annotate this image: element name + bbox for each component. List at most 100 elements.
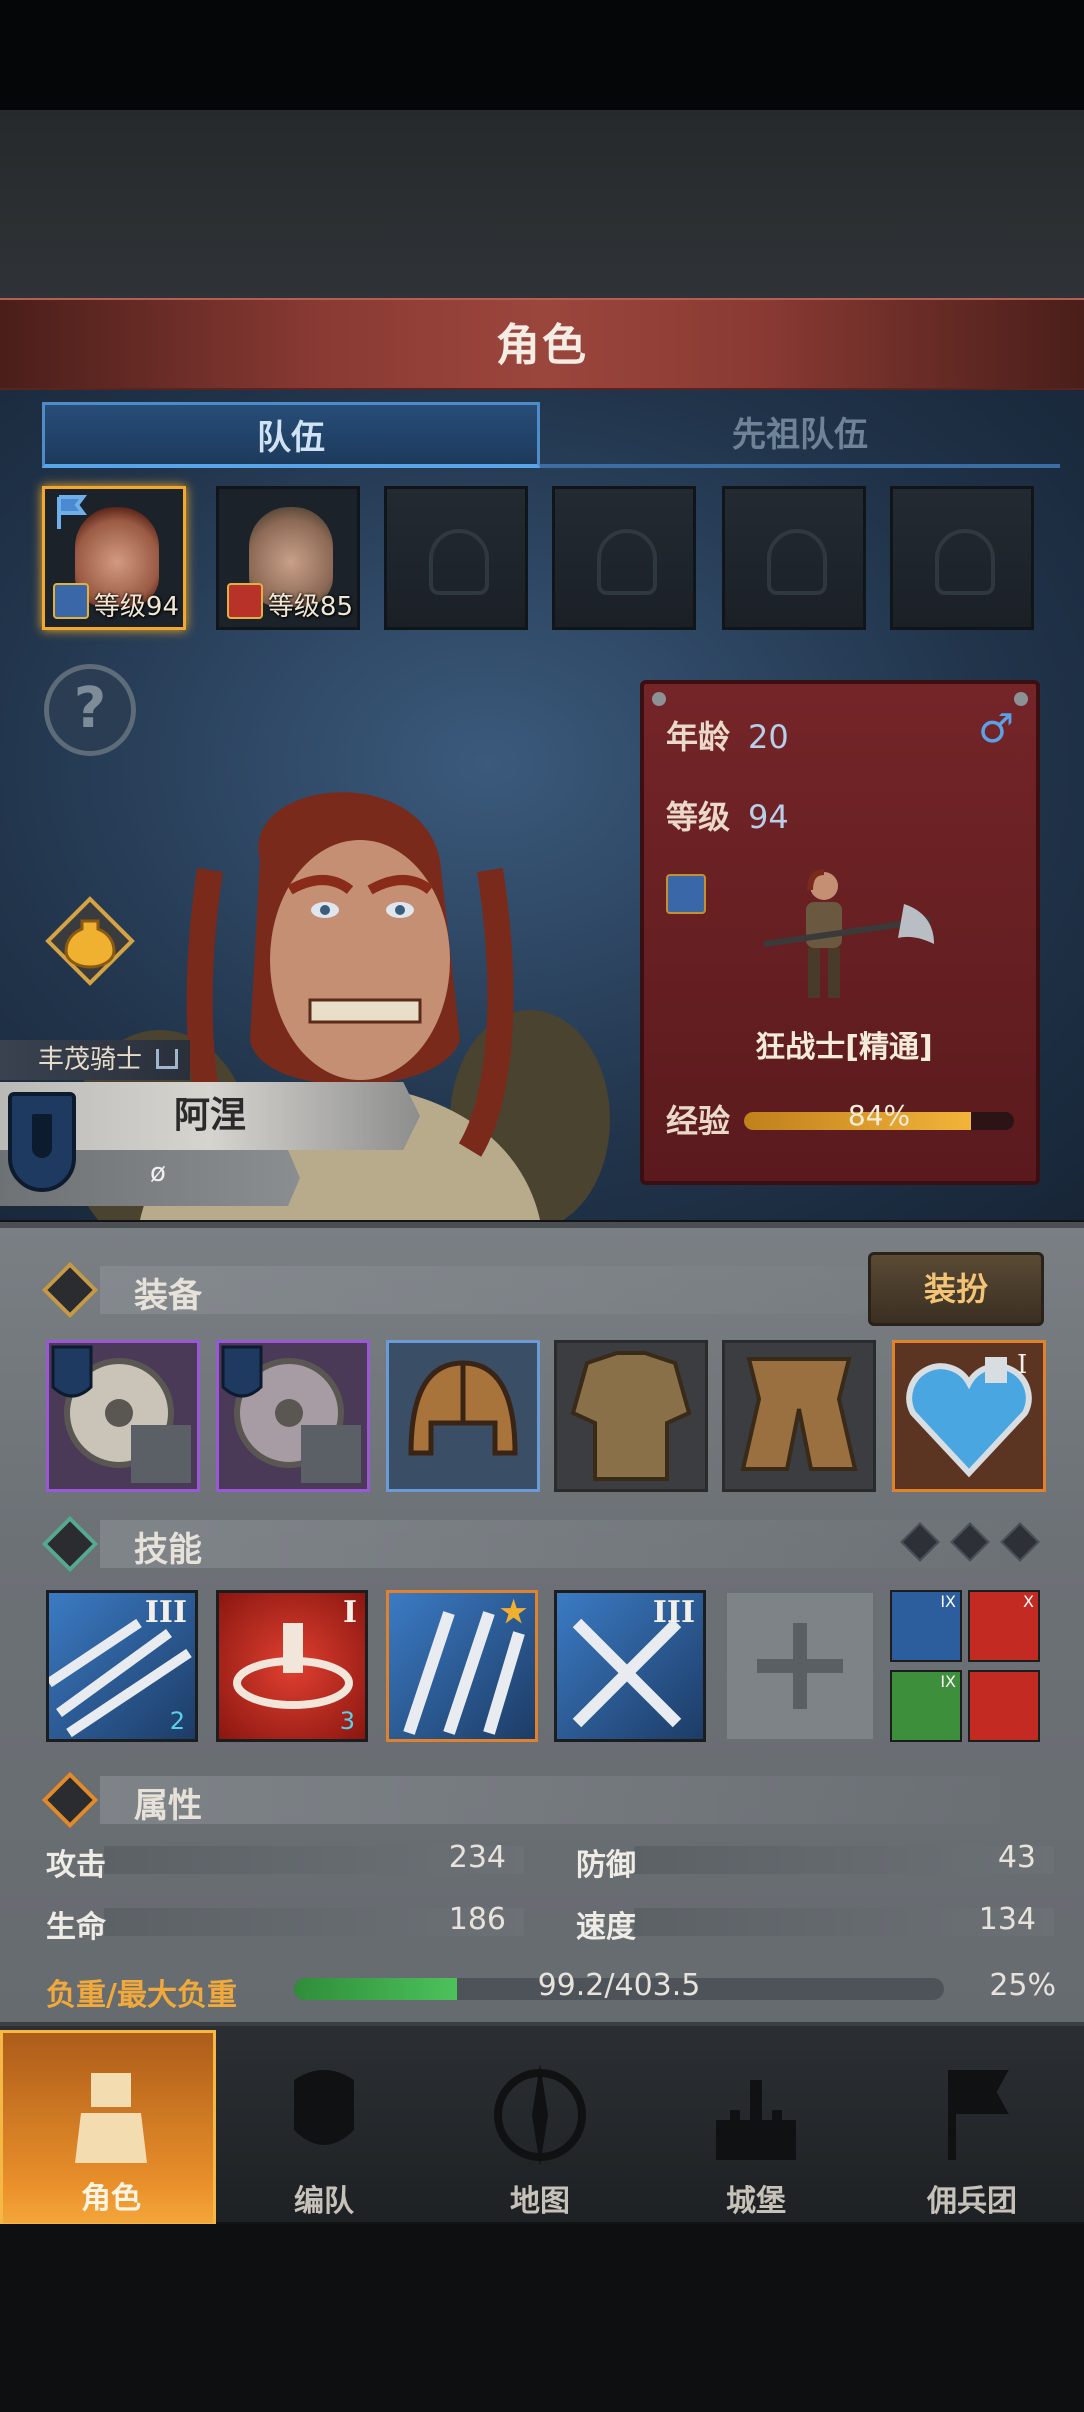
skill-tier: I xyxy=(342,1595,357,1630)
nav-character[interactable]: 角色 xyxy=(0,2030,216,2226)
equip-slot-armor[interactable] xyxy=(554,1340,708,1492)
hero-info-card: 年龄 20 ♂ 等级 94 狂战士[精通] 经验 84% xyxy=(640,680,1040,1185)
pin-icon xyxy=(652,692,666,706)
heart-amulet-icon: I xyxy=(906,1350,1032,1478)
nav-map[interactable]: 地图 xyxy=(432,2030,648,2226)
male-icon: ♂ xyxy=(978,706,1014,752)
team-slot-3[interactable] xyxy=(384,486,528,630)
load-value: 99.2/403.5 xyxy=(537,1968,701,2003)
skill-gem-count: 3 xyxy=(339,1707,355,1735)
berserker-class-icon xyxy=(666,874,706,914)
faction-name: 丰茂骑士 xyxy=(38,1045,143,1075)
shield-icon xyxy=(8,1092,76,1192)
team-slot-5[interactable] xyxy=(722,486,866,630)
footer-area xyxy=(0,2224,1084,2412)
passive-skill-3[interactable]: IX xyxy=(890,1670,962,1742)
empty-cross-icon xyxy=(757,1623,843,1709)
passive-tier: IX xyxy=(940,1672,956,1691)
equip-slot-weapon-1[interactable] xyxy=(46,1340,200,1492)
load-percent: 25% xyxy=(989,1968,1056,2003)
team-slot-6[interactable] xyxy=(890,486,1034,630)
team-slot-level: 等级85 xyxy=(267,592,353,622)
skill-slot-2[interactable]: I 3 xyxy=(216,1590,368,1742)
header-backdrop xyxy=(0,110,1084,300)
skill-tier: III xyxy=(144,1595,187,1630)
skill-slot-1[interactable]: III 2 xyxy=(46,1590,198,1742)
team-slot-1[interactable]: 等级94 xyxy=(42,486,186,630)
team-slot-level: 等级94 xyxy=(93,592,179,622)
skill-gem-count: 2 xyxy=(169,1707,185,1735)
person-icon xyxy=(40,1770,100,1830)
age-value: 20 xyxy=(748,718,789,756)
load-label: 负重/最大负重 xyxy=(46,1978,237,2013)
tab-ancestor-team[interactable]: 先祖队伍 xyxy=(540,402,1060,468)
equipment-title: 装备 xyxy=(134,1276,202,1316)
nav-formation[interactable]: 编队 xyxy=(216,2030,432,2226)
equip-slot-amulet[interactable]: I xyxy=(892,1340,1046,1492)
level-label: 等级 xyxy=(666,798,731,836)
class-name: 狂战士[精通] xyxy=(755,1030,933,1065)
skill-tier: III xyxy=(652,1595,695,1630)
age-label: 年龄 xyxy=(666,718,731,756)
nav-label: 地图 xyxy=(510,2184,570,2219)
empty-helmet-icon xyxy=(597,529,657,595)
attack-label: 攻击 xyxy=(46,1848,106,1883)
hp-label: 生命 xyxy=(46,1910,106,1945)
skills-title: 技能 xyxy=(134,1530,202,1570)
exp-label: 经验 xyxy=(666,1102,731,1140)
level-row: 等级 94 xyxy=(666,792,789,838)
speed-label: 速度 xyxy=(576,1910,636,1945)
skill-tier: ★ xyxy=(500,1595,527,1630)
speed-value: 134 xyxy=(978,1902,1036,1937)
skill-slot-3[interactable]: ★ xyxy=(386,1590,538,1742)
attack-value: 234 xyxy=(448,1840,506,1875)
page-title: 角色 xyxy=(496,320,588,371)
star-icon xyxy=(40,1514,100,1574)
level-value: 94 xyxy=(748,798,789,836)
hero-subtitle: ø xyxy=(150,1158,166,1188)
armor-icon xyxy=(570,1351,692,1481)
defense-label: 防御 xyxy=(576,1848,636,1883)
shield-axe-icon xyxy=(51,1345,191,1483)
dress-up-button[interactable]: 装扮 xyxy=(868,1252,1044,1326)
passive-skill-1[interactable]: IX xyxy=(890,1590,962,1662)
equip-slot-weapon-2[interactable] xyxy=(216,1340,370,1492)
empty-helmet-icon xyxy=(935,529,995,595)
nav-mercenary[interactable]: 佣兵团 xyxy=(864,2030,1080,2226)
berserker-class-icon xyxy=(53,583,89,619)
attributes-title: 属性 xyxy=(134,1786,202,1826)
compass-icon xyxy=(494,2064,586,2166)
equip-slot-helmet[interactable] xyxy=(386,1340,540,1492)
equip-slot-boots[interactable] xyxy=(722,1340,876,1492)
passive-tier: IX xyxy=(940,1592,956,1611)
castle-icon xyxy=(716,2080,796,2160)
knight-icon xyxy=(75,2073,147,2163)
status-area xyxy=(0,0,1084,110)
nav-label: 城堡 xyxy=(726,2184,786,2219)
banner-icon xyxy=(948,2070,1009,2160)
pin-icon xyxy=(1014,692,1028,706)
title-bar: 角色 xyxy=(0,298,1084,390)
team-slot-4[interactable] xyxy=(552,486,696,630)
nav-castle[interactable]: 城堡 xyxy=(648,2030,864,2226)
skill-slot-5-empty[interactable] xyxy=(724,1590,876,1742)
class-figure xyxy=(763,869,934,998)
empty-helmet-icon xyxy=(429,529,489,595)
hp-value: 186 xyxy=(448,1902,506,1937)
boots-icon xyxy=(740,1357,858,1471)
team-slot-2[interactable]: 等级85 xyxy=(216,486,360,630)
nav-label: 角色 xyxy=(81,2181,141,2216)
cavalry-class-icon xyxy=(227,583,263,619)
shield-axe-icon xyxy=(221,1345,361,1483)
passive-skill-4[interactable] xyxy=(968,1670,1040,1742)
skill-slot-4[interactable]: III xyxy=(554,1590,706,1742)
helmet-icon xyxy=(408,1360,518,1456)
defense-value: 43 xyxy=(997,1840,1036,1875)
amulet-tier: I xyxy=(1017,1350,1027,1380)
age-row: 年龄 20 xyxy=(666,712,789,758)
nav-label: 佣兵团 xyxy=(927,2184,1017,2219)
tab-team[interactable]: 队伍 xyxy=(42,402,540,468)
faction-label: 丰茂骑士 xyxy=(0,1040,190,1080)
passive-skill-2[interactable]: X xyxy=(968,1590,1040,1662)
helmet-shield-icon xyxy=(294,2070,354,2145)
